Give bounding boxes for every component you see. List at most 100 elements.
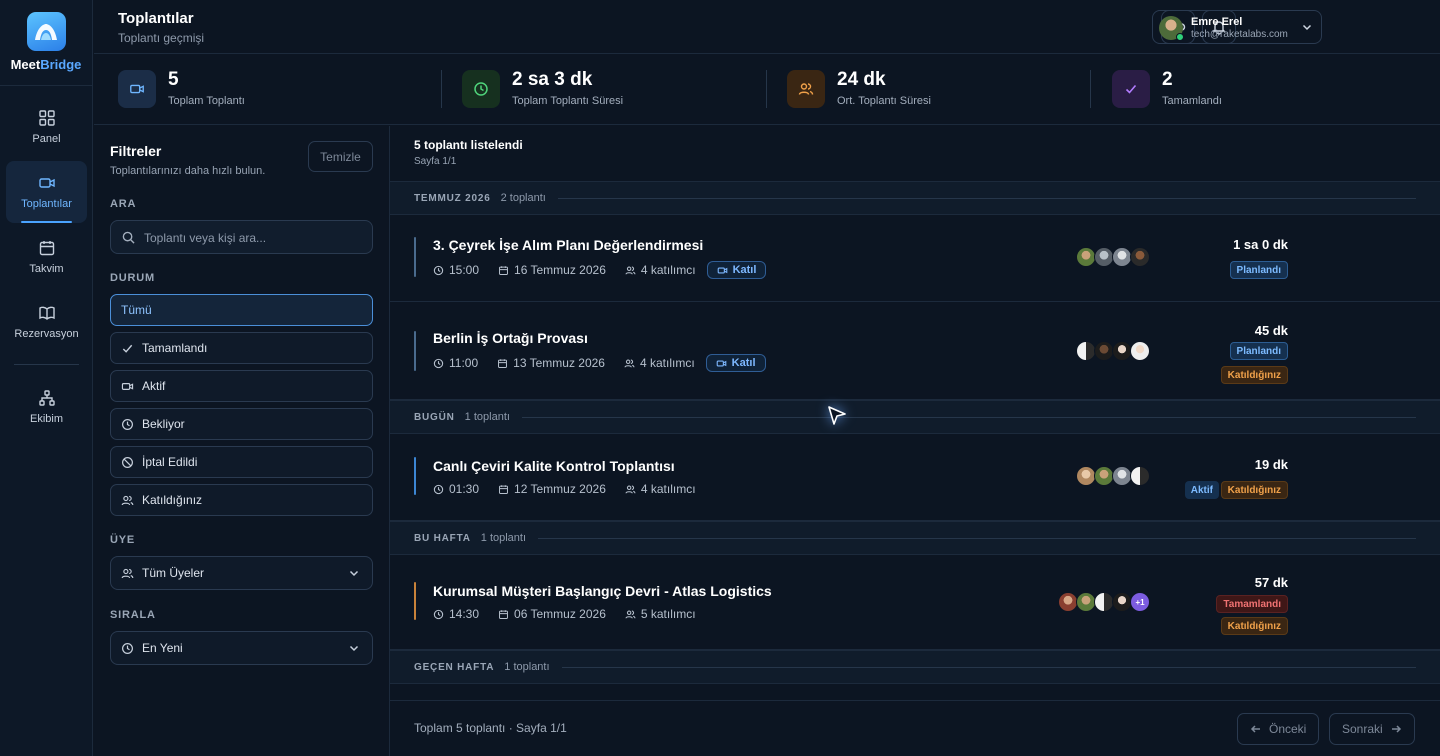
meeting-title: Canlı Çeviri Kalite Kontrol Toplantısı: [433, 458, 675, 474]
meeting-duration: 57 dk: [1254, 575, 1288, 590]
nav-item-ekibim[interactable]: Ekibim: [6, 376, 87, 438]
avatar: [1076, 592, 1096, 612]
search-placeholder: Toplantı veya kişi ara...: [144, 231, 267, 245]
status-bar: [414, 331, 416, 371]
clock-icon: [462, 70, 500, 108]
user-menu[interactable]: Emre Erel tech@raketalabs.com: [1152, 10, 1322, 44]
nav-label: Takvim: [29, 263, 64, 275]
group-count: 1 toplantı: [480, 532, 527, 544]
status-badge: Planlandı: [1229, 261, 1288, 279]
nav-item-rezervasyon[interactable]: Rezervasyon: [6, 291, 87, 353]
clear-filters-button[interactable]: Temizle: [308, 141, 373, 172]
status-option-active[interactable]: Aktif: [110, 370, 373, 402]
meeting-title: 3. Çeyrek İşe Alım Planı Değerlendirmesi: [433, 237, 704, 253]
avatar: [1076, 466, 1096, 486]
check-icon: [1112, 70, 1150, 108]
nav-divider: [14, 364, 79, 365]
meeting-duration: 19 dk: [1254, 457, 1288, 472]
join-label: Katıl: [731, 357, 756, 369]
meeting-time: 01:30: [449, 482, 480, 496]
status-option-all[interactable]: Tümü: [110, 294, 373, 326]
join-button[interactable]: Katıl: [706, 261, 767, 279]
meeting-row[interactable]: Canlı Çeviri Kalite Kontrol Toplantısı 0…: [390, 434, 1440, 521]
meeting-duration: 45 dk: [1254, 323, 1288, 338]
chevron-down-icon: [349, 570, 359, 577]
status-option-attended[interactable]: Katıldığınız: [110, 484, 373, 516]
group-header: BU HAFTA 1 toplantı: [390, 521, 1440, 555]
meeting-participants: 5 katılımcı: [640, 607, 696, 621]
avatar: [1130, 341, 1150, 361]
book-icon: [38, 306, 55, 320]
status-badge: Planlandı: [1229, 342, 1288, 360]
join-button[interactable]: Katıl: [705, 354, 766, 372]
chevron-down-icon: [1302, 24, 1312, 31]
meeting-participants: 4 katılımcı: [639, 356, 695, 370]
search-icon: [122, 231, 135, 244]
brand[interactable]: MeetBridge: [0, 0, 92, 86]
meeting-meta: 11:00 13 Temmuz 2026 4 katılımcı Katıl: [433, 354, 766, 372]
group-count: 1 toplantı: [504, 661, 550, 673]
sort-select[interactable]: En Yeni: [110, 631, 373, 665]
clock-icon: [433, 609, 444, 619]
nav-item-panel[interactable]: Panel: [6, 96, 87, 158]
next-page-button[interactable]: Sonraki: [1329, 713, 1415, 745]
stat-label: Tamamlandı: [1162, 95, 1222, 107]
video-icon: [121, 382, 134, 390]
stat-value: 5: [168, 69, 179, 90]
calendar-icon: [39, 241, 54, 256]
group-count: 1 toplantı: [464, 411, 510, 423]
avatar: [1112, 592, 1132, 612]
prev-page-button[interactable]: Önceki: [1237, 713, 1320, 745]
calendar-icon: [498, 358, 508, 368]
nav-label: Ekibim: [29, 413, 63, 425]
avatar: [1112, 247, 1132, 267]
meeting-meta: 14:30 06 Temmuz 2026 5 katılımcı: [433, 607, 696, 621]
video-icon: [717, 267, 727, 273]
select-value: En Yeni: [142, 641, 183, 655]
stat-label: Toplam Toplantı Süresi: [512, 95, 624, 107]
status-option-pending[interactable]: Bekliyor: [110, 408, 373, 440]
user-email: tech@raketalabs.com: [1191, 29, 1288, 40]
nav-label: Panel: [32, 133, 61, 145]
brand-name: MeetBridge: [10, 57, 82, 72]
nav-item-takvim[interactable]: Takvim: [6, 226, 87, 288]
list-page: Sayfa 1/1: [414, 156, 457, 167]
pagination-footer: Toplam 5 toplantı · Sayfa 1/1 Önceki Son…: [390, 700, 1440, 756]
app-root: MeetBridge Panel Toplantılar Takvim Reze…: [0, 0, 1440, 756]
next-label: Sonraki: [1342, 722, 1383, 736]
attended-badge: Katıldığınız: [1220, 481, 1288, 499]
calendar-icon: [499, 484, 508, 494]
avatar: [1058, 592, 1078, 612]
search-input[interactable]: Toplantı veya kişi ara...: [110, 220, 373, 254]
nav-item-toplantilar[interactable]: Toplantılar: [6, 161, 87, 223]
video-icon: [118, 70, 156, 108]
page-title: Toplantılar: [118, 10, 194, 27]
avatar: [1130, 247, 1150, 267]
video-icon: [716, 360, 726, 366]
meeting-row[interactable]: Berlin İş Ortağı Provası 11:00 13 Temmuz…: [390, 302, 1440, 400]
member-select[interactable]: Tüm Üyeler: [110, 556, 373, 590]
status-badge: Aktif: [1184, 481, 1219, 499]
nav-label: Rezervasyon: [14, 328, 79, 340]
stat-label: Toplam Toplantı: [168, 95, 245, 107]
divider: [538, 537, 1416, 539]
status-option-cancelled[interactable]: İptal Edildi: [110, 446, 373, 478]
divider: [1090, 70, 1091, 108]
avatar: [1076, 341, 1096, 361]
arrow-right-icon: [1391, 725, 1401, 733]
video-icon: [38, 178, 55, 188]
select-value: Tüm Üyeler: [142, 566, 205, 580]
option-label: Tümü: [121, 303, 152, 317]
group-count: 2 toplantı: [500, 192, 546, 204]
meeting-time: 11:00: [449, 356, 479, 370]
clock-icon: [433, 358, 444, 368]
avatar: [1112, 466, 1132, 486]
avatar: [1112, 341, 1132, 361]
divider: [557, 197, 1416, 199]
section-label-sort: SIRALA: [110, 609, 156, 621]
divider: [561, 666, 1416, 668]
meeting-row[interactable]: 3. Çeyrek İşe Alım Planı Değerlendirmesi…: [390, 215, 1440, 302]
status-option-completed[interactable]: Tamamlandı: [110, 332, 373, 364]
meeting-row[interactable]: Kurumsal Müşteri Başlangıç Devri - Atlas…: [390, 555, 1440, 650]
users-icon: [624, 359, 635, 367]
